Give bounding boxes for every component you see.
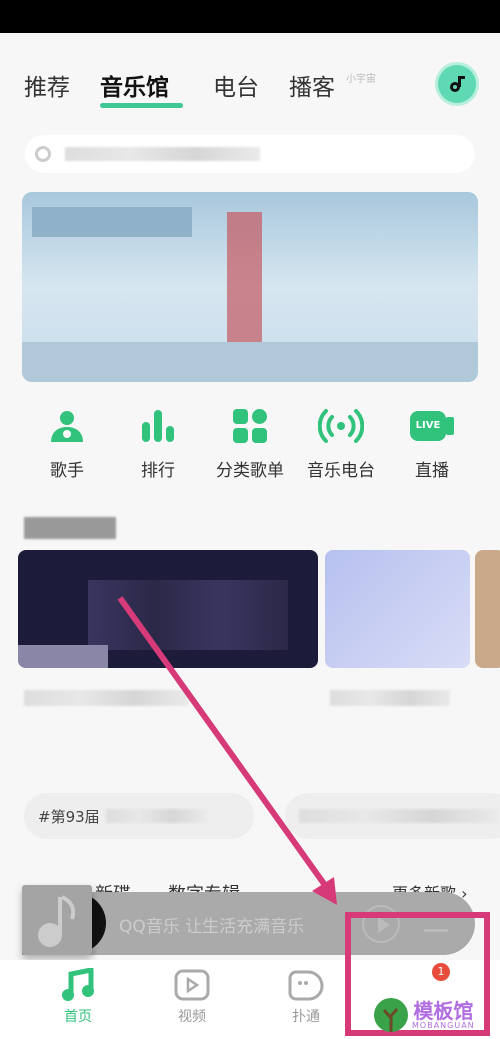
tree-logo-icon — [374, 998, 408, 1032]
watermark-en: MOBANGUAN — [412, 1020, 475, 1030]
watermark-cn: 模板馆 — [413, 998, 474, 1023]
watermark: 模板馆 MOBANGUAN — [372, 998, 475, 1032]
annotation-arrow — [117, 596, 337, 905]
